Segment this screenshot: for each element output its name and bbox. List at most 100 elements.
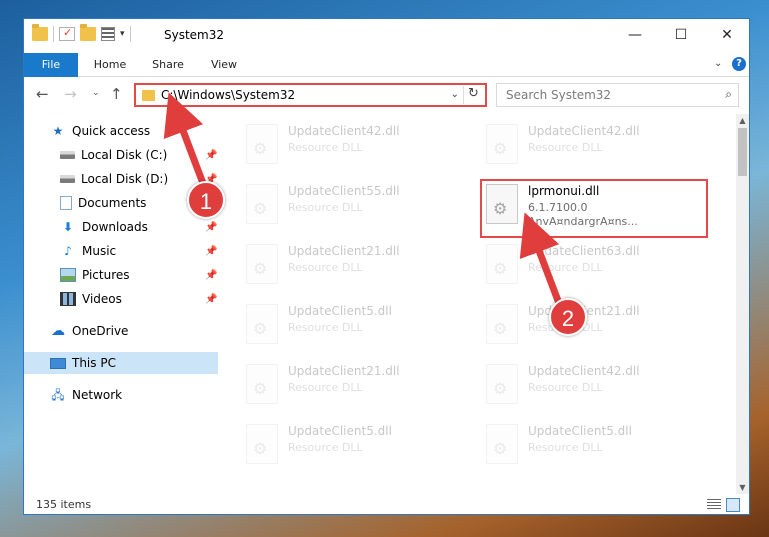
dll-file-icon [486,304,518,344]
file-item[interactable]: UpdateClient21.dll Resource DLL [240,358,460,412]
dll-file-icon [246,424,278,464]
sidebar-item-label: Network [72,388,123,402]
sidebar-item-pictures[interactable]: Pictures 📌 [24,264,218,286]
pin-icon[interactable]: 📌 [205,294,217,305]
sidebar-item-this-pc[interactable]: This PC [24,352,218,374]
address-bar[interactable]: C:\Windows\System32 ⌄ ↻ [134,83,487,107]
sidebar-item-label: Downloads [82,220,148,234]
pin-icon[interactable]: 📌 [205,222,217,233]
sidebar-item-music[interactable]: ♪ Music 📌 [24,240,218,262]
this-pc-icon [50,357,66,369]
file-description: Resource DLL [528,261,603,274]
pin-icon[interactable]: 📌 [205,246,217,257]
sidebar-item-videos[interactable]: Videos 📌 [24,288,218,310]
file-item[interactable]: UpdateClient63.dll Resource DLL [480,238,700,292]
recent-locations-icon[interactable]: ⌄ [92,88,100,98]
properties-icon[interactable] [59,26,75,41]
sidebar-item-network[interactable]: 🖧 Network [24,384,218,406]
view-icon[interactable] [101,27,115,41]
vertical-scrollbar[interactable]: ▲ ▼ [736,114,749,494]
scroll-down-arrow-icon[interactable]: ▼ [737,483,748,492]
sidebar-item-onedrive[interactable]: ☁ OneDrive [24,320,218,342]
onedrive-icon: ☁ [51,323,65,339]
pin-icon[interactable]: 📌 [205,150,217,161]
star-icon: ★ [52,124,64,138]
file-item[interactable]: UpdateClient21.dll Resource DLL [480,298,700,352]
file-item[interactable]: UpdateClient5.dll Resource DLL [480,418,700,472]
address-dropdown-icon[interactable]: ⌄ [451,89,459,100]
file-item[interactable]: UpdateClient21.dll Resource DLL [240,238,460,292]
tab-view[interactable]: View [196,53,252,77]
tab-home[interactable]: Home [82,53,138,77]
tab-share[interactable]: Share [140,53,196,77]
highlight-box-lprmonui [480,179,708,238]
file-name: UpdateClient5.dll [528,424,632,438]
file-item[interactable]: UpdateClient55.dll Resource DLL [240,178,460,232]
step-badge-2: 2 [549,298,587,336]
sidebar-item-local-disk-d[interactable]: Local Disk (D:) 📌 [24,168,218,190]
sidebar-item-label: Local Disk (C:) [81,148,168,162]
expand-ribbon-icon[interactable]: ⌄ [714,58,722,69]
dll-file-icon [486,124,518,164]
sidebar-item-label: Pictures [82,268,130,282]
window-title: System32 [164,28,225,42]
refresh-icon[interactable]: ↻ [463,86,483,104]
dll-file-icon [486,244,518,284]
tab-file[interactable]: File [24,53,78,77]
pin-icon[interactable]: 📌 [205,270,217,281]
details-view-icon[interactable] [707,499,721,511]
up-arrow-icon[interactable]: ↑ [110,85,123,103]
file-description: Resource DLL [528,141,603,154]
search-input[interactable] [497,84,717,106]
sidebar-item-downloads[interactable]: ⬇ Downloads 📌 [24,216,218,238]
network-icon: 🖧 [51,388,65,402]
sidebar-item-label: OneDrive [72,324,129,338]
address-path[interactable]: C:\Windows\System32 [161,88,295,102]
help-icon[interactable]: ? [732,57,746,71]
dll-file-icon [246,364,278,404]
status-bar: 135 items [24,495,749,515]
search-box[interactable]: ⌕ [496,83,739,107]
search-icon[interactable]: ⌕ [725,87,732,102]
file-description: Resource DLL [288,201,363,214]
dll-file-icon [246,304,278,344]
file-item[interactable]: UpdateClient5.dll Resource DLL [240,298,460,352]
documents-icon [60,196,72,210]
forward-arrow-icon[interactable]: → [64,85,77,103]
sidebar-item-label: Music [82,244,117,258]
file-item[interactable]: UpdateClient42.dll Resource DLL [480,358,700,412]
folder-icon [32,24,48,41]
file-description: Resource DLL [288,141,363,154]
dll-file-icon [486,424,518,464]
new-folder-icon[interactable] [80,24,96,41]
qat-dropdown-icon[interactable]: ▾ [120,29,125,39]
large-icons-view-icon[interactable] [726,498,740,512]
file-name: UpdateClient21.dll [288,244,400,258]
file-item[interactable]: UpdateClient5.dll Resource DLL [240,418,460,472]
file-item[interactable]: UpdateClient42.dll Resource DLL [480,118,700,172]
file-explorer-window: ▾ System32 — ☐ ✕ File Home Share View ⌄ … [23,18,750,515]
scroll-up-arrow-icon[interactable]: ▲ [737,116,748,125]
file-description: Resource DLL [288,321,363,334]
pictures-icon [60,268,76,282]
sidebar-item-local-disk-c[interactable]: Local Disk (C:) 📌 [24,144,218,166]
scrollbar-thumb[interactable] [738,128,747,176]
file-description: Resource DLL [528,441,603,454]
file-name: UpdateClient21.dll [288,364,400,378]
file-name: UpdateClient5.dll [288,304,392,318]
sidebar-item-label: This PC [72,356,116,370]
minimize-button[interactable]: — [612,19,658,51]
back-arrow-icon[interactable]: ← [36,85,49,103]
sidebar-item-label: Videos [82,292,122,306]
file-item[interactable]: UpdateClient42.dll Resource DLL [240,118,460,172]
disk-icon [60,151,75,159]
close-button[interactable]: ✕ [704,19,750,51]
ribbon-tabs: File Home Share View ⌄ ? [24,53,749,77]
sidebar-item-quick-access[interactable]: ★ Quick access [24,120,218,142]
disk-icon [60,175,75,183]
sidebar-item-label: Documents [78,196,147,210]
maximize-button[interactable]: ☐ [658,19,704,51]
dll-file-icon [246,124,278,164]
navigation-bar: ← → ⌄ ↑ C:\Windows\System32 ⌄ ↻ ⌕ [24,79,749,111]
file-name: UpdateClient5.dll [288,424,392,438]
